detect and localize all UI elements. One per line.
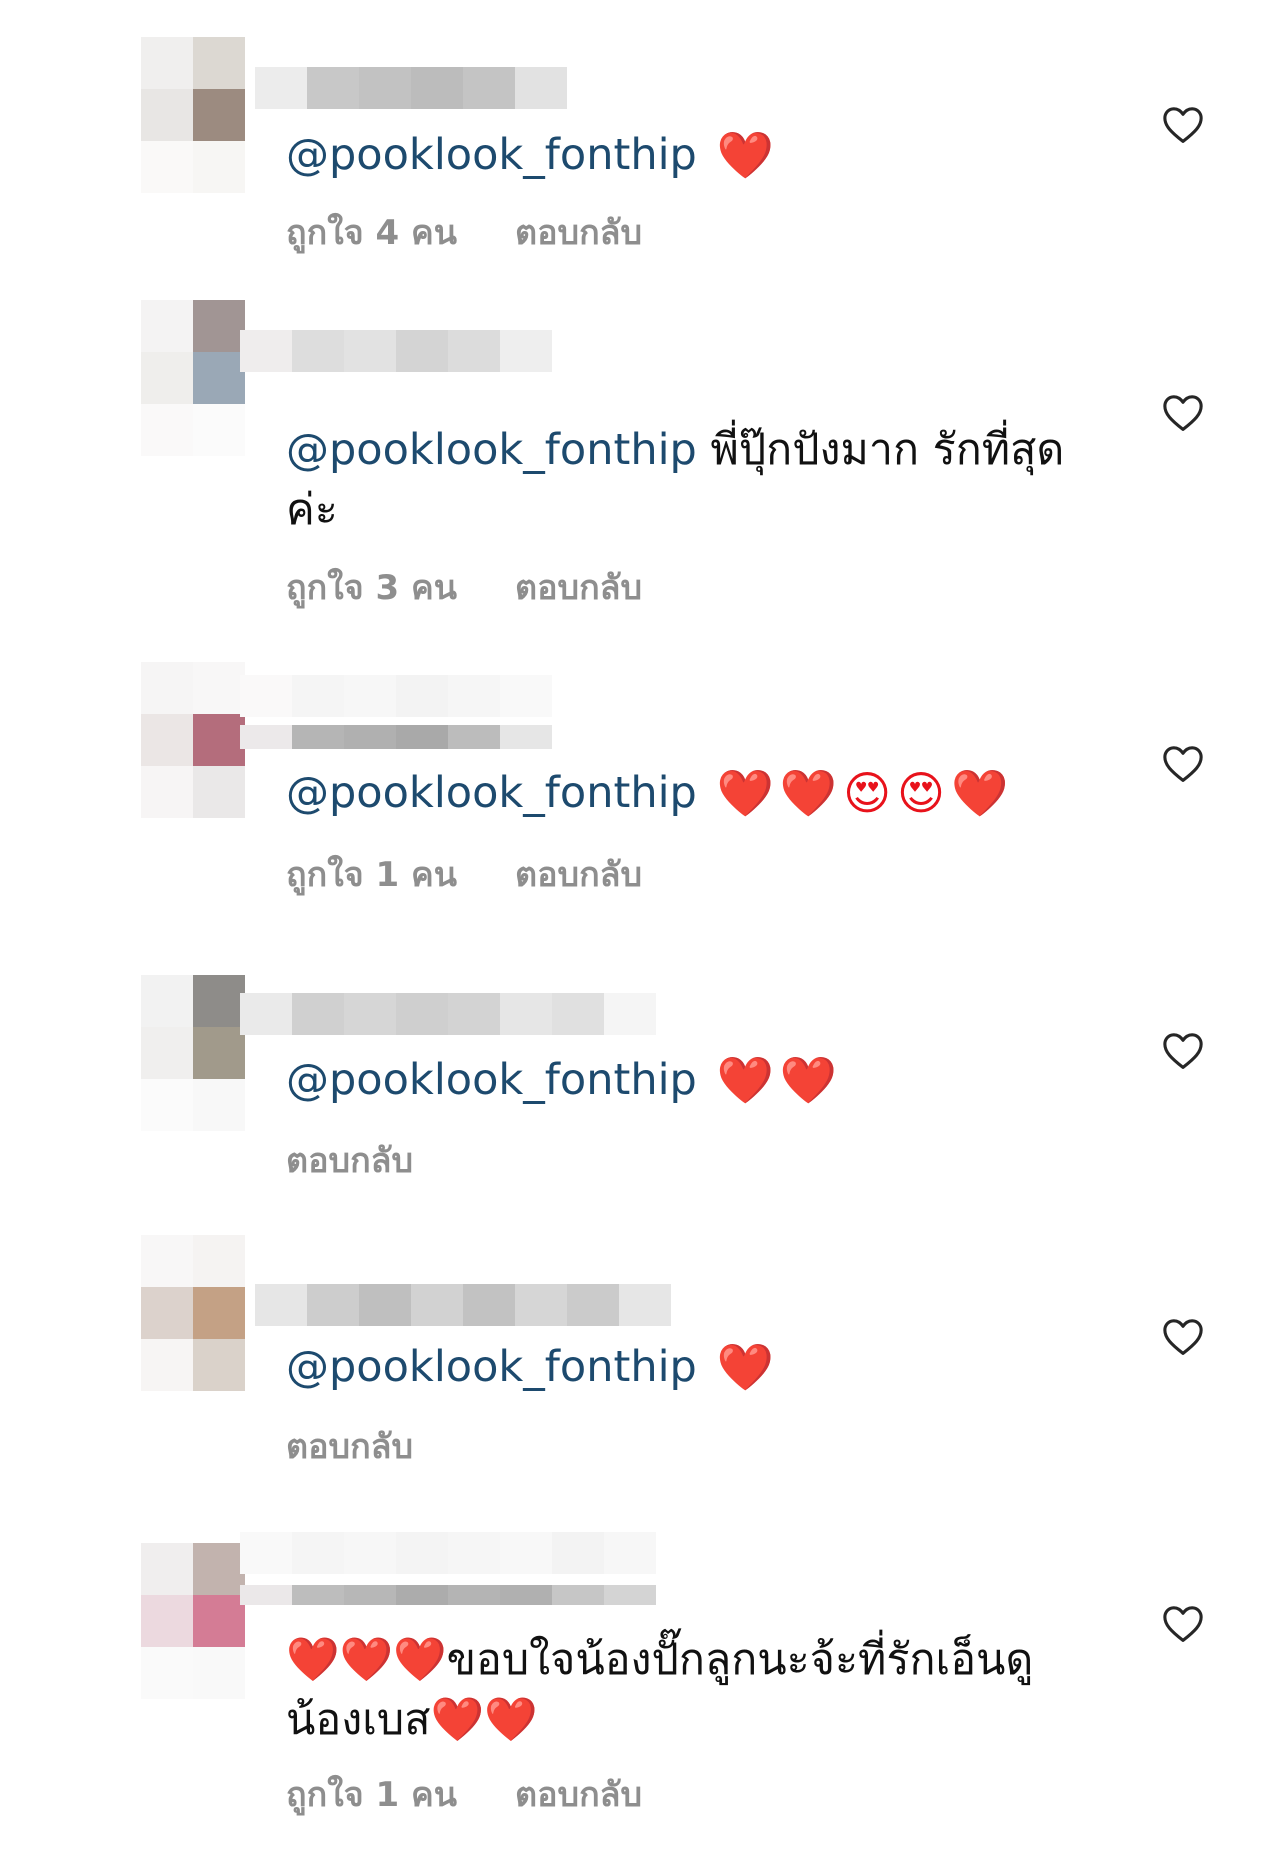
username-censored[interactable]	[240, 1585, 656, 1605]
emoji-group: ❤️	[716, 128, 780, 182]
likes-count-link[interactable]: ถูกใจ 4 คน	[286, 210, 457, 256]
mention-link[interactable]: @pooklook_fonthip	[286, 425, 697, 475]
avatar[interactable]	[141, 1543, 245, 1699]
avatar[interactable]	[141, 37, 245, 193]
avatar[interactable]	[141, 662, 245, 818]
avatar[interactable]	[141, 975, 245, 1131]
like-button[interactable]	[1162, 1605, 1204, 1643]
heart-outline-icon	[1163, 1606, 1203, 1642]
comment-text: @pooklook_fonthip ❤️❤️	[286, 1050, 1106, 1110]
mention-link[interactable]: @pooklook_fonthip	[286, 768, 697, 818]
heart-outline-icon	[1163, 395, 1203, 431]
mention-link[interactable]: @pooklook_fonthip	[286, 130, 697, 180]
comment-message: ❤️❤️❤️ขอบใจน้องปั๊กลูกนะจ้ะที่รักเอ็นดูน…	[286, 1635, 1034, 1745]
like-button[interactable]	[1162, 1032, 1204, 1070]
comment-text: ❤️❤️❤️ขอบใจน้องปั๊กลูกนะจ้ะที่รักเอ็นดูน…	[286, 1630, 1106, 1750]
mention-link[interactable]: @pooklook_fonthip	[286, 1342, 697, 1392]
comment-meta: ถูกใจ 1 คน ตอบกลับ	[286, 852, 642, 898]
heart-outline-icon	[1163, 1319, 1203, 1355]
username-censored[interactable]	[240, 993, 656, 1035]
username-censored[interactable]	[240, 725, 552, 749]
comment-meta: ตอบกลับ	[286, 1424, 413, 1470]
username-censored[interactable]	[240, 330, 552, 372]
reply-button[interactable]: ตอบกลับ	[286, 1138, 413, 1184]
username-censored[interactable]	[240, 675, 552, 717]
comment-text: @pooklook_fonthip ❤️	[286, 125, 1106, 185]
reply-button[interactable]: ตอบกลับ	[515, 1772, 642, 1818]
comment-meta: ตอบกลับ	[286, 1138, 413, 1184]
mention-link[interactable]: @pooklook_fonthip	[286, 1055, 697, 1105]
comment-text: @pooklook_fonthip ❤️	[286, 1337, 1106, 1397]
comment-text: @pooklook_fonthip ❤️❤️😍😍❤️	[286, 763, 1106, 823]
heart-outline-icon	[1163, 1033, 1203, 1069]
emoji-group: ❤️	[716, 1340, 780, 1394]
heart-outline-icon	[1163, 107, 1203, 143]
comment-meta: ถูกใจ 3 คน ตอบกลับ	[286, 565, 642, 611]
comment-meta: ถูกใจ 4 คน ตอบกลับ	[286, 210, 642, 256]
comment-meta: ถูกใจ 1 คน ตอบกลับ	[286, 1772, 642, 1818]
emoji-group: ❤️❤️	[716, 1053, 844, 1107]
like-button[interactable]	[1162, 394, 1204, 432]
avatar[interactable]	[141, 300, 245, 456]
reply-button[interactable]: ตอบกลับ	[515, 210, 642, 256]
avatar[interactable]	[141, 1235, 245, 1391]
like-button[interactable]	[1162, 1318, 1204, 1356]
reply-button[interactable]: ตอบกลับ	[515, 852, 642, 898]
likes-count-link[interactable]: ถูกใจ 3 คน	[286, 565, 457, 611]
username-censored[interactable]	[240, 1532, 656, 1574]
comment-text: @pooklook_fonthip พี่ปุ๊กปังมาก รักที่สุ…	[286, 420, 1106, 540]
likes-count-link[interactable]: ถูกใจ 1 คน	[286, 852, 457, 898]
heart-outline-icon	[1163, 746, 1203, 782]
username-censored[interactable]	[255, 1284, 671, 1326]
username-censored[interactable]	[255, 67, 567, 109]
like-button[interactable]	[1162, 745, 1204, 783]
likes-count-link[interactable]: ถูกใจ 1 คน	[286, 1772, 457, 1818]
emoji-group: ❤️❤️😍😍❤️	[716, 766, 1015, 820]
reply-button[interactable]: ตอบกลับ	[515, 565, 642, 611]
like-button[interactable]	[1162, 106, 1204, 144]
reply-button[interactable]: ตอบกลับ	[286, 1424, 413, 1470]
